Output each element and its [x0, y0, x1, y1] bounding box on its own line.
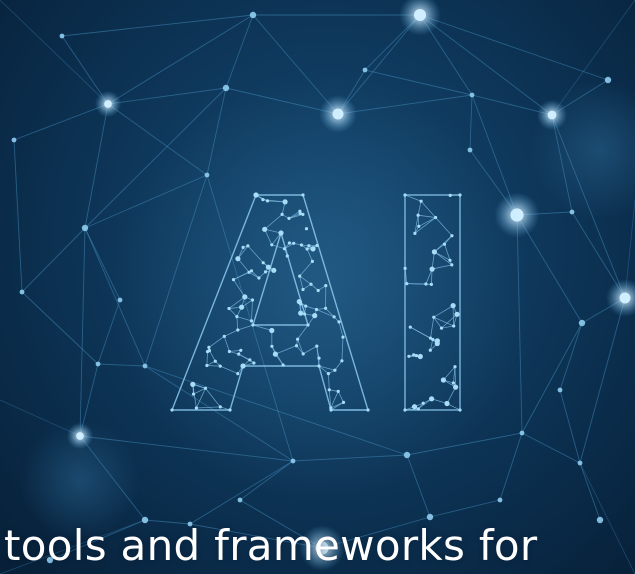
- hero-image: tools and frameworks for: [0, 0, 635, 574]
- caption-text: tools and frameworks for: [4, 521, 538, 570]
- ai-network-illustration: [0, 0, 635, 574]
